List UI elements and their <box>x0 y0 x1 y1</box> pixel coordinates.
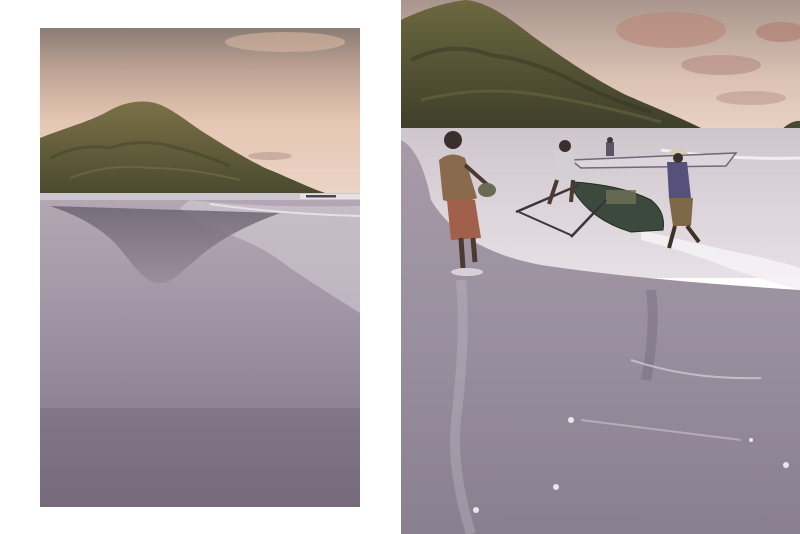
woman-head <box>444 131 462 149</box>
pebble <box>783 462 789 468</box>
fisherman-purple-shirt <box>667 162 691 198</box>
woman-leg <box>458 237 466 269</box>
right-photo <box>401 0 800 534</box>
photo-spread-page <box>0 0 800 534</box>
pebble <box>473 507 479 513</box>
cloud <box>616 12 726 48</box>
pebble <box>568 417 574 423</box>
woman-leg <box>470 237 478 263</box>
fisherman-shirt <box>553 150 577 180</box>
left-photo <box>40 28 360 507</box>
pebble <box>749 438 753 442</box>
fisherman-sarong <box>669 198 693 226</box>
cloud <box>716 91 786 105</box>
boat-cargo <box>606 190 636 204</box>
left-photo-scene <box>40 28 360 507</box>
fisherman-head <box>673 153 683 163</box>
carried-basket <box>478 183 496 197</box>
cloud <box>681 55 761 75</box>
sand-shadow <box>40 408 360 507</box>
fisherman-leg <box>569 179 575 203</box>
boat <box>306 195 336 198</box>
cloud <box>248 152 292 160</box>
pebble <box>553 484 559 490</box>
cloud <box>225 32 345 52</box>
fisherman-head <box>607 137 613 143</box>
woman-red-sarong <box>447 200 481 240</box>
right-photo-scene <box>401 0 800 534</box>
fisherman-on-boat <box>606 142 614 156</box>
foot-splash <box>451 268 483 276</box>
fisherman-head <box>559 140 571 152</box>
